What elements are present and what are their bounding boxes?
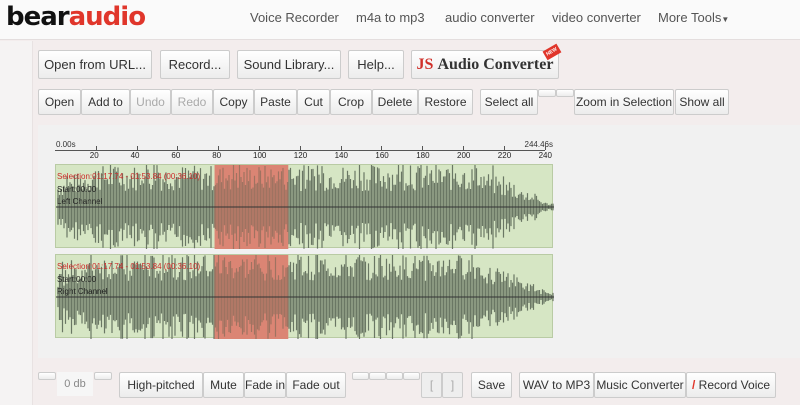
promo-text: Audio Converter bbox=[437, 55, 554, 73]
left-scroll-strip bbox=[0, 41, 33, 405]
copy-button[interactable]: Copy bbox=[213, 89, 254, 115]
open-button[interactable]: Open bbox=[38, 89, 81, 115]
axis-end-label: 244.46s bbox=[524, 140, 553, 149]
axis-tick-label: 200 bbox=[457, 151, 471, 160]
nudge-button-3[interactable] bbox=[386, 372, 403, 380]
sound-library-button[interactable]: Sound Library... bbox=[237, 50, 341, 79]
axis-tick-label: 160 bbox=[375, 151, 389, 160]
axis-tick-mark bbox=[259, 146, 260, 150]
nav-more-tools[interactable]: More Tools▼ bbox=[658, 10, 729, 25]
axis-tick-label: 180 bbox=[416, 151, 430, 160]
selection-slider-left[interactable] bbox=[538, 89, 556, 97]
axis-tick-label: 100 bbox=[253, 151, 267, 160]
paste-button[interactable]: Paste bbox=[254, 89, 297, 115]
channel-name: Left Channel bbox=[57, 197, 103, 206]
restore-button[interactable]: Restore bbox=[418, 89, 473, 115]
save-button[interactable]: Save bbox=[471, 372, 512, 398]
axis-tick-label: 240 bbox=[538, 151, 552, 160]
axis-tick-mark bbox=[95, 146, 97, 150]
mark-end-button[interactable]: ] bbox=[442, 372, 463, 398]
zoom-in-selection-button[interactable]: Zoom in Selection bbox=[574, 89, 674, 115]
microphone-icon: / bbox=[691, 378, 696, 392]
delete-button[interactable]: Delete bbox=[372, 89, 418, 115]
axis-tick-label: 220 bbox=[497, 151, 512, 160]
js-audio-converter-button[interactable]: JS Audio Converter NEW bbox=[411, 43, 562, 79]
right-channel-track[interactable]: Selection:01:17.74 - 01:53.84 (00:36.10)… bbox=[55, 254, 554, 339]
show-all-button[interactable]: Show all bbox=[675, 89, 729, 115]
top-bar: bearaudio Voice Recorder m4a to mp3 audi… bbox=[0, 0, 800, 40]
fade-out-button[interactable]: Fade out bbox=[286, 372, 346, 398]
nav-voice-recorder[interactable]: Voice Recorder bbox=[250, 10, 339, 25]
record-button[interactable]: Record... bbox=[160, 50, 230, 79]
axis-tick-mark bbox=[503, 146, 505, 150]
crop-button[interactable]: Crop bbox=[330, 89, 372, 115]
axis-tick-mark bbox=[218, 146, 220, 150]
redo-button[interactable]: Redo bbox=[171, 89, 213, 115]
fade-in-button[interactable]: Fade in bbox=[244, 372, 286, 398]
add-to-button[interactable]: Add to bbox=[81, 89, 130, 115]
axis-tick-mark bbox=[340, 146, 342, 150]
timeline-axis: 0.00s 244.46s 20 40 60 80 100 120 140 160 180 200… bbox=[55, 140, 553, 160]
wav-to-mp3-button[interactable]: WAV to MP3 bbox=[519, 372, 594, 398]
nav-video-converter[interactable]: video converter bbox=[552, 10, 641, 25]
selection-slider-right[interactable] bbox=[556, 89, 574, 97]
left-channel-track[interactable]: Selection:01:17.74 - 01:53.84 (00:36.10)… bbox=[55, 164, 554, 249]
nudge-button-1[interactable] bbox=[352, 372, 369, 380]
caret-down-icon: ▼ bbox=[721, 15, 730, 24]
cut-button[interactable]: Cut bbox=[297, 89, 330, 115]
axis-tick-mark bbox=[463, 146, 464, 150]
axis-tick-label: 120 bbox=[293, 151, 308, 160]
axis-tick-mark bbox=[299, 146, 301, 150]
selection-info: Selection:01:17.74 - 01:53.84 (00:36.10) bbox=[57, 262, 201, 271]
nudge-button-4[interactable] bbox=[403, 372, 420, 380]
logo[interactable]: bearaudio bbox=[6, 2, 146, 32]
nudge-button-2[interactable] bbox=[369, 372, 386, 380]
more-tools-label: More Tools bbox=[658, 10, 722, 25]
mark-start-button[interactable]: [ bbox=[421, 372, 442, 398]
promo-js: JS bbox=[416, 55, 434, 73]
axis-tick-label: 140 bbox=[334, 151, 348, 160]
high-pitched-button[interactable]: High-pitched bbox=[119, 372, 203, 398]
undo-button[interactable]: Undo bbox=[130, 89, 171, 115]
volume-up-button[interactable] bbox=[94, 372, 112, 380]
selection-info: Selection:01:17.74 - 01:53.84 (00:36.10) bbox=[57, 172, 201, 181]
axis-tick-label: 40 bbox=[130, 151, 140, 160]
channel-name: Right Channel bbox=[57, 287, 108, 296]
axis-tick-mark bbox=[544, 146, 546, 150]
help-button[interactable]: Help... bbox=[348, 50, 404, 79]
axis-tick-label: 80 bbox=[212, 151, 222, 160]
open-from-url-button[interactable]: Open from URL... bbox=[38, 50, 152, 79]
logo-text-audio: audio bbox=[68, 2, 146, 32]
axis-tick-mark bbox=[177, 146, 179, 150]
track-start: Start:00:00 bbox=[57, 275, 97, 284]
axis-tick-label: 20 bbox=[89, 151, 99, 160]
select-all-button[interactable]: Select all bbox=[480, 89, 538, 115]
axis-start-label: 0.00s bbox=[56, 140, 76, 149]
music-converter-button[interactable]: Music Converter bbox=[594, 372, 686, 398]
axis-tick-mark bbox=[136, 146, 138, 150]
record-voice-button[interactable]: / Record Voice bbox=[686, 372, 776, 398]
record-voice-label: Record Voice bbox=[698, 378, 771, 392]
axis-tick-label: 60 bbox=[171, 151, 181, 160]
axis-tick-mark bbox=[381, 146, 383, 150]
track-start: Start:00:00 bbox=[57, 185, 97, 194]
nav-m4a-to-mp3[interactable]: m4a to mp3 bbox=[356, 10, 425, 25]
logo-text-bear: bear bbox=[6, 2, 70, 32]
volume-down-button[interactable] bbox=[38, 372, 56, 380]
volume-value: 0 db bbox=[57, 372, 93, 396]
axis-tick-mark bbox=[422, 146, 424, 150]
mute-button[interactable]: Mute bbox=[203, 372, 244, 398]
nav-audio-converter[interactable]: audio converter bbox=[445, 10, 535, 25]
